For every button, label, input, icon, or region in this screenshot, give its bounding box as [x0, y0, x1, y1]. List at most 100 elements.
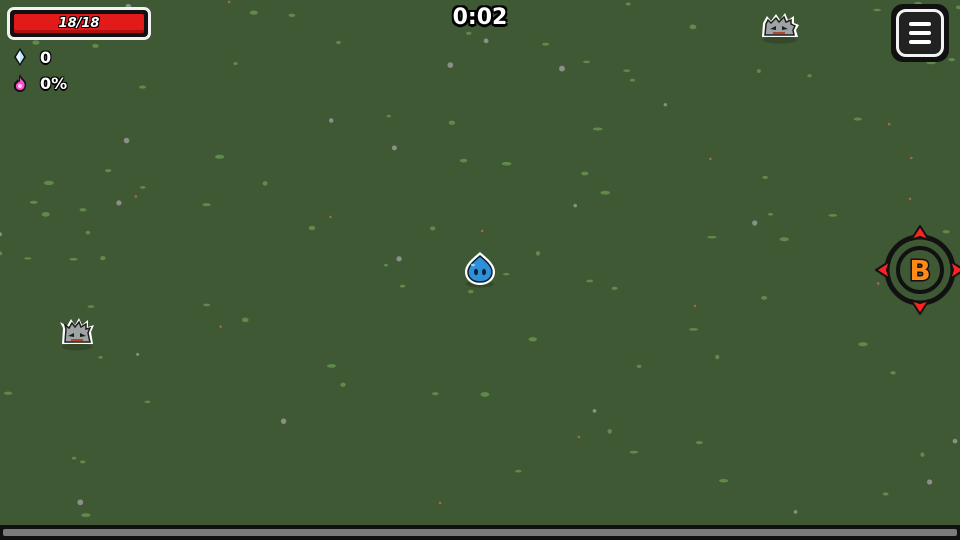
pebble [592, 408, 597, 413]
grass-tuft [327, 364, 336, 368]
grass-tuft [762, 175, 768, 179]
grass-tuft [262, 181, 268, 186]
grass-tuft [528, 337, 537, 342]
grass-tuft [139, 85, 147, 89]
pebble [927, 479, 933, 485]
game-screen[interactable]: B 18/18 0 0% 0:02 [0, 0, 960, 540]
pebble [793, 510, 798, 514]
pebble [280, 418, 287, 424]
tiny-flower [709, 157, 712, 161]
pebble [559, 65, 565, 72]
grass-tuft [69, 257, 78, 261]
grass-tuft [87, 305, 95, 308]
grass-tuft [629, 78, 635, 82]
tiny-flower [134, 195, 138, 198]
pebble [396, 256, 402, 262]
pebble [136, 352, 140, 356]
grass-tuft [233, 61, 238, 65]
grass-tuft [468, 289, 474, 294]
menu-icon-line [909, 40, 931, 44]
grass-tuft [715, 354, 720, 360]
boss-target-reticle-icon: B [875, 225, 960, 315]
grass-tuft [501, 161, 512, 166]
grass-tuft [71, 456, 77, 460]
grass-tuft [140, 185, 146, 189]
pebble [447, 62, 454, 68]
grass-tuft [202, 203, 211, 207]
pebble [952, 438, 958, 444]
soul-counter: 0% [10, 73, 67, 93]
grass-tuft [79, 208, 87, 212]
grass-tuft [719, 479, 729, 483]
grass-tuft [214, 154, 225, 159]
grass-tuft [767, 212, 774, 216]
grass-tuft [104, 169, 112, 173]
grass-tuft [592, 127, 603, 131]
soul-percent: 0% [40, 73, 68, 93]
grass-tuft [98, 355, 103, 359]
grass-tuft [308, 225, 316, 231]
grass-tuft [807, 74, 812, 78]
grass-tuft [581, 171, 589, 176]
grass-tuft [828, 213, 838, 217]
grass-tuft [948, 57, 955, 62]
grass-tuft [882, 492, 889, 496]
grass-tuft [429, 226, 436, 231]
experience-bar [0, 525, 960, 540]
pebble [483, 38, 489, 44]
grass-tuft [583, 60, 590, 64]
grass-tuft [29, 200, 38, 204]
pink-flame-icon [13, 74, 27, 92]
pebble [123, 137, 130, 144]
grass-tuft [3, 391, 13, 395]
tiny-flower [438, 501, 442, 505]
grass-tuft [459, 158, 468, 163]
tiny-flower [329, 215, 332, 219]
survival-timer: 0:02 [452, 5, 508, 30]
gem-count: 0 [40, 47, 52, 67]
grass-tuft [629, 450, 639, 454]
pebble [752, 220, 758, 226]
tiny-flower [909, 156, 913, 160]
pebble [328, 118, 334, 123]
grass-tuft [586, 279, 594, 283]
tiny-flower [577, 435, 581, 439]
grass-tuft [480, 392, 490, 397]
grass-tuft [779, 237, 789, 242]
grass-tuft [340, 382, 346, 387]
grass-tuft [386, 114, 391, 118]
grass-tuft [695, 441, 703, 445]
grass-tuft [636, 364, 642, 368]
grass-tuft [80, 460, 86, 464]
grass-tuft [432, 392, 439, 396]
grass-tuft [853, 117, 862, 121]
pebble [77, 499, 84, 506]
grass-tuft [448, 120, 456, 125]
pebble [0, 232, 3, 237]
pebble [663, 103, 667, 107]
grass-tuft [503, 272, 510, 276]
grass-tuft [535, 251, 541, 256]
grass-tuft [707, 235, 717, 239]
grass-tuft [32, 40, 40, 45]
grass-tuft [92, 43, 99, 48]
grass-tuft [383, 263, 389, 267]
grass-tuft [466, 31, 472, 35]
menu-button[interactable] [891, 4, 949, 62]
grass-tuft [920, 452, 925, 457]
grass-tuft [203, 303, 211, 307]
grass-tuft [890, 371, 896, 375]
pebble [116, 200, 122, 206]
gray-spiky-blob-enemy-icon [60, 318, 94, 351]
tiny-flower [227, 0, 231, 4]
grass-tuft [241, 317, 249, 323]
experience-bar-track [3, 529, 957, 536]
hamburger-menu-icon [896, 9, 944, 57]
tiny-flower [480, 229, 484, 233]
menu-icon-line [909, 22, 931, 26]
tiny-flower [219, 325, 223, 328]
grass-tuft [611, 286, 618, 290]
grass-tuft [515, 469, 522, 473]
grass-tuft [100, 256, 106, 261]
gem-counter: 0 [10, 47, 51, 67]
